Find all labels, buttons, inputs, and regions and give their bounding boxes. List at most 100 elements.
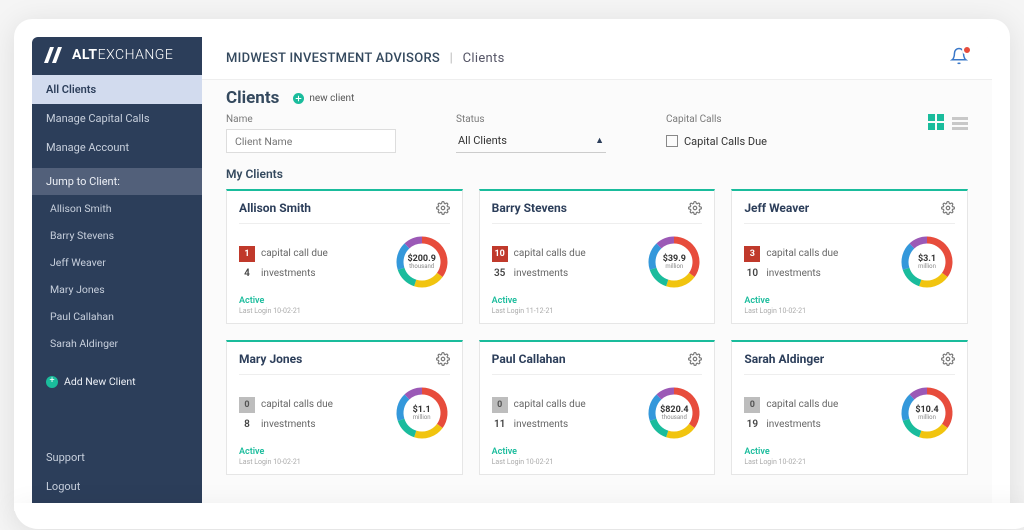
client-name: Paul Callahan [492, 352, 566, 366]
gear-icon[interactable] [436, 201, 450, 215]
notifications-button[interactable] [950, 47, 968, 69]
view-toggle [928, 114, 968, 132]
portfolio-donut: $39.9million [646, 234, 702, 290]
portfolio-unit: million [918, 264, 936, 270]
portfolio-donut: $10.4million [899, 385, 955, 441]
investments-count: 35 [492, 268, 508, 279]
last-login: Last Login 10-02-21 [239, 307, 450, 315]
sidebar-client-link[interactable]: Mary Jones [32, 276, 202, 303]
investments-text: investments [766, 268, 821, 279]
last-login: Last Login 10-02-21 [744, 307, 955, 315]
client-card[interactable]: Jeff Weaver 3 capital calls due 10 investm… [731, 189, 968, 324]
add-new-client-button[interactable]: + Add New Client [32, 365, 202, 398]
notification-badge [962, 45, 972, 55]
last-login: Last Login 10-02-21 [744, 458, 955, 466]
portfolio-unit: thousand [662, 415, 687, 421]
capital-calls-badge: 0 [744, 397, 760, 413]
topbar: MIDWEST INVESTMENT ADVISORS | Clients [202, 37, 992, 80]
breadcrumb-page: Clients [463, 51, 505, 66]
client-card[interactable]: Paul Callahan 0 capital calls due 11 inves… [479, 340, 716, 475]
capital-calls-text: capital call due [261, 248, 328, 259]
jump-to-client-header: Jump to Client: [32, 168, 202, 195]
sidebar-client-link[interactable]: Paul Callahan [32, 303, 202, 330]
portfolio-donut: $1.1million [394, 385, 450, 441]
nav-logout[interactable]: Logout [32, 472, 202, 501]
client-status: Active [492, 296, 517, 306]
investments-count: 8 [239, 419, 255, 430]
portfolio-unit: million [413, 415, 431, 421]
client-card[interactable]: Barry Stevens 10capital calls due 35inve… [479, 189, 716, 324]
chevron-up-icon: ▲ [595, 135, 604, 146]
investments-count: 11 [492, 419, 508, 430]
plus-icon: + [46, 376, 58, 388]
client-status: Active [239, 296, 264, 306]
capital-calls-text: capital calls due [766, 399, 838, 410]
nav-manage-account[interactable]: Manage Account [32, 133, 202, 162]
brand-logo: ALTEXCHANGE [32, 37, 202, 75]
filters-row: Name Status All Clients ▲ Capital Calls … [226, 114, 968, 153]
investments-text: investments [766, 419, 821, 430]
checkbox-icon [666, 135, 678, 147]
gear-icon[interactable] [688, 352, 702, 366]
sidebar-client-link[interactable]: Sarah Aldinger [32, 330, 202, 357]
client-cards-grid: Allison Smith 1capital call due 4investm… [226, 189, 968, 475]
sidebar: ALTEXCHANGE All Clients Manage Capital C… [32, 37, 202, 511]
client-card[interactable]: Sarah Aldinger 0capital calls due 19inve… [731, 340, 968, 475]
breadcrumb: MIDWEST INVESTMENT ADVISORS | Clients [226, 51, 505, 66]
section-label: My Clients [226, 167, 968, 181]
new-client-button[interactable]: new client [293, 93, 354, 104]
nav-manage-capital-calls[interactable]: Manage Capital Calls [32, 104, 202, 133]
client-name: Allison Smith [239, 201, 311, 215]
capital-calls-text: capital calls due [514, 248, 586, 259]
capital-calls-badge: 10 [492, 246, 508, 262]
capital-calls-due-checkbox[interactable]: Capital Calls Due [666, 129, 767, 153]
capital-calls-badge: 0 [492, 397, 508, 413]
capital-calls-badge: 3 [744, 246, 760, 262]
client-name: Jeff Weaver [744, 201, 809, 215]
client-card[interactable]: Mary Jones 0capital calls due 8investmen… [226, 340, 463, 475]
grid-view-button[interactable] [928, 114, 944, 130]
client-name-input[interactable] [226, 129, 396, 153]
sidebar-client-link[interactable]: Allison Smith [32, 195, 202, 222]
nav-all-clients[interactable]: All Clients [32, 75, 202, 104]
last-login: Last Login 10-02-21 [492, 458, 703, 466]
capital-calls-badge: 1 [239, 246, 255, 262]
new-client-label: new client [309, 93, 354, 104]
list-view-button[interactable] [952, 117, 968, 130]
investments-text: investments [514, 268, 569, 279]
investments-text: investments [514, 419, 569, 430]
filter-calls-label: Capital Calls [666, 114, 767, 125]
gear-icon[interactable] [941, 352, 955, 366]
gear-icon[interactable] [436, 352, 450, 366]
plus-circle-icon [293, 93, 304, 104]
client-status: Active [744, 296, 769, 306]
investments-count: 10 [744, 268, 760, 279]
gear-icon[interactable] [688, 201, 702, 215]
client-status: Active [239, 447, 264, 457]
status-select[interactable]: All Clients ▲ [456, 129, 606, 153]
breadcrumb-company: MIDWEST INVESTMENT ADVISORS [226, 51, 440, 66]
portfolio-donut: $200.9thousand [394, 234, 450, 290]
portfolio-donut: $820.4thousand [646, 385, 702, 441]
status-select-value: All Clients [458, 134, 507, 147]
nav-support[interactable]: Support [32, 443, 202, 472]
client-status: Active [744, 447, 769, 457]
main-content: MIDWEST INVESTMENT ADVISORS | Clients Cl… [202, 37, 992, 511]
capital-calls-text: capital calls due [766, 248, 838, 259]
brand-bold: ALT [72, 47, 98, 63]
investments-text: investments [261, 419, 316, 430]
client-card[interactable]: Allison Smith 1capital call due 4investm… [226, 189, 463, 324]
gear-icon[interactable] [941, 201, 955, 215]
client-name: Sarah Aldinger [744, 352, 824, 366]
sidebar-client-link[interactable]: Jeff Weaver [32, 249, 202, 276]
logo-icon [44, 47, 66, 63]
capital-calls-badge: 0 [239, 397, 255, 413]
portfolio-unit: million [665, 264, 683, 270]
capital-calls-text: capital calls due [514, 399, 586, 410]
portfolio-donut: $3.1million [899, 234, 955, 290]
client-name: Mary Jones [239, 352, 302, 366]
sidebar-client-link[interactable]: Barry Stevens [32, 222, 202, 249]
filter-name-label: Name [226, 114, 396, 125]
brand-light: EXCHANGE [98, 47, 174, 63]
last-login: Last Login 10-02-21 [239, 458, 450, 466]
